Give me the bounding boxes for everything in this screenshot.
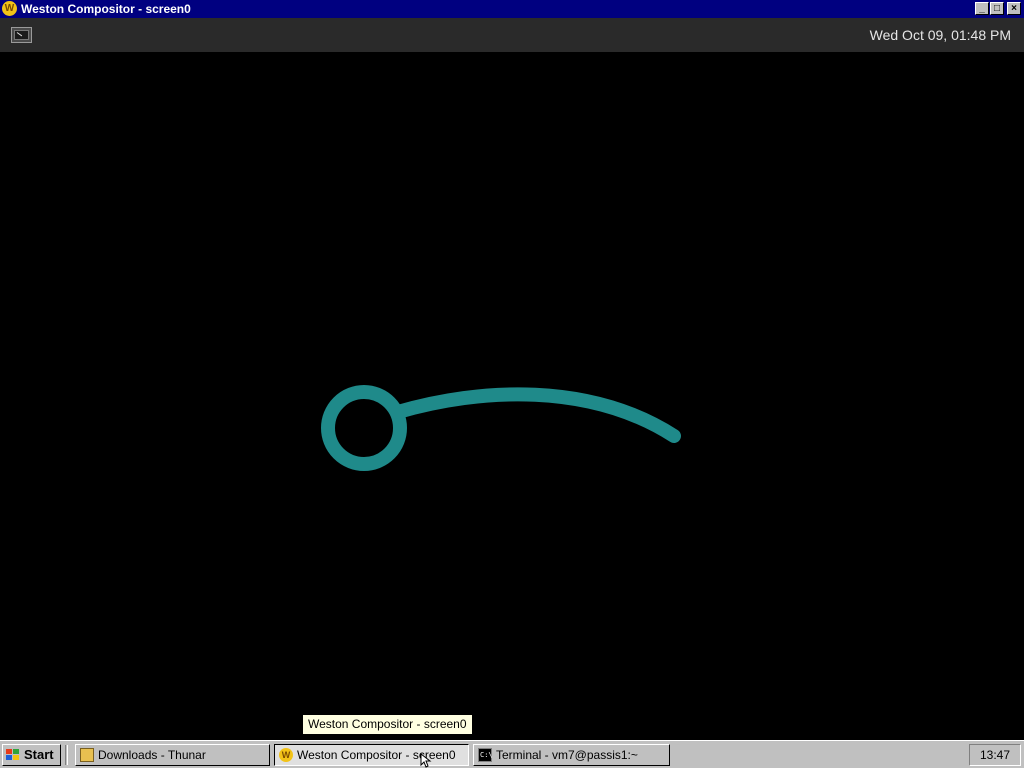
- window-titlebar[interactable]: W Weston Compositor - screen0 _ □ ×: [0, 0, 1024, 18]
- weston-icon: W: [279, 748, 293, 762]
- task-button-weston[interactable]: W Weston Compositor - screen0: [274, 744, 469, 766]
- launcher-screen: [14, 30, 29, 40]
- mouse-cursor-icon: [420, 753, 432, 768]
- task-label: Terminal - vm7@passis1:~: [496, 748, 638, 762]
- start-button[interactable]: Start: [2, 744, 61, 766]
- maximize-icon: □: [993, 3, 1001, 14]
- weston-icon[interactable]: W: [2, 1, 17, 16]
- minimize-button[interactable]: _: [975, 2, 989, 15]
- drawn-circle: [321, 385, 407, 471]
- terminal-launcher-icon[interactable]: [11, 27, 32, 43]
- compositor-canvas[interactable]: [0, 52, 1024, 740]
- minimize-icon: _: [979, 3, 985, 14]
- maximize-button[interactable]: □: [990, 2, 1004, 15]
- terminal-icon: C:\: [478, 748, 493, 762]
- weston-panel: Wed Oct 09, 01:48 PM: [0, 18, 1024, 52]
- drawn-curve: [391, 387, 681, 443]
- taskbar-tooltip: Weston Compositor - screen0: [302, 714, 473, 735]
- task-button-thunar[interactable]: Downloads - Thunar: [75, 744, 270, 766]
- taskbar-grip[interactable]: [65, 745, 68, 765]
- panel-clock: Wed Oct 09, 01:48 PM: [869, 27, 1011, 43]
- window-title: Weston Compositor - screen0: [21, 2, 191, 16]
- drawing-surface: [321, 385, 681, 471]
- tray-clock[interactable]: 13:47: [969, 744, 1021, 766]
- start-label: Start: [24, 747, 54, 762]
- close-icon: ×: [1011, 3, 1017, 14]
- task-button-terminal[interactable]: C:\ Terminal - vm7@passis1:~: [473, 744, 670, 766]
- folder-icon: [80, 748, 94, 762]
- close-button[interactable]: ×: [1007, 2, 1021, 15]
- windows-logo-icon: [6, 749, 19, 761]
- taskbar: Start Downloads - Thunar W Weston Compos…: [0, 740, 1024, 768]
- task-label: Downloads - Thunar: [98, 748, 206, 762]
